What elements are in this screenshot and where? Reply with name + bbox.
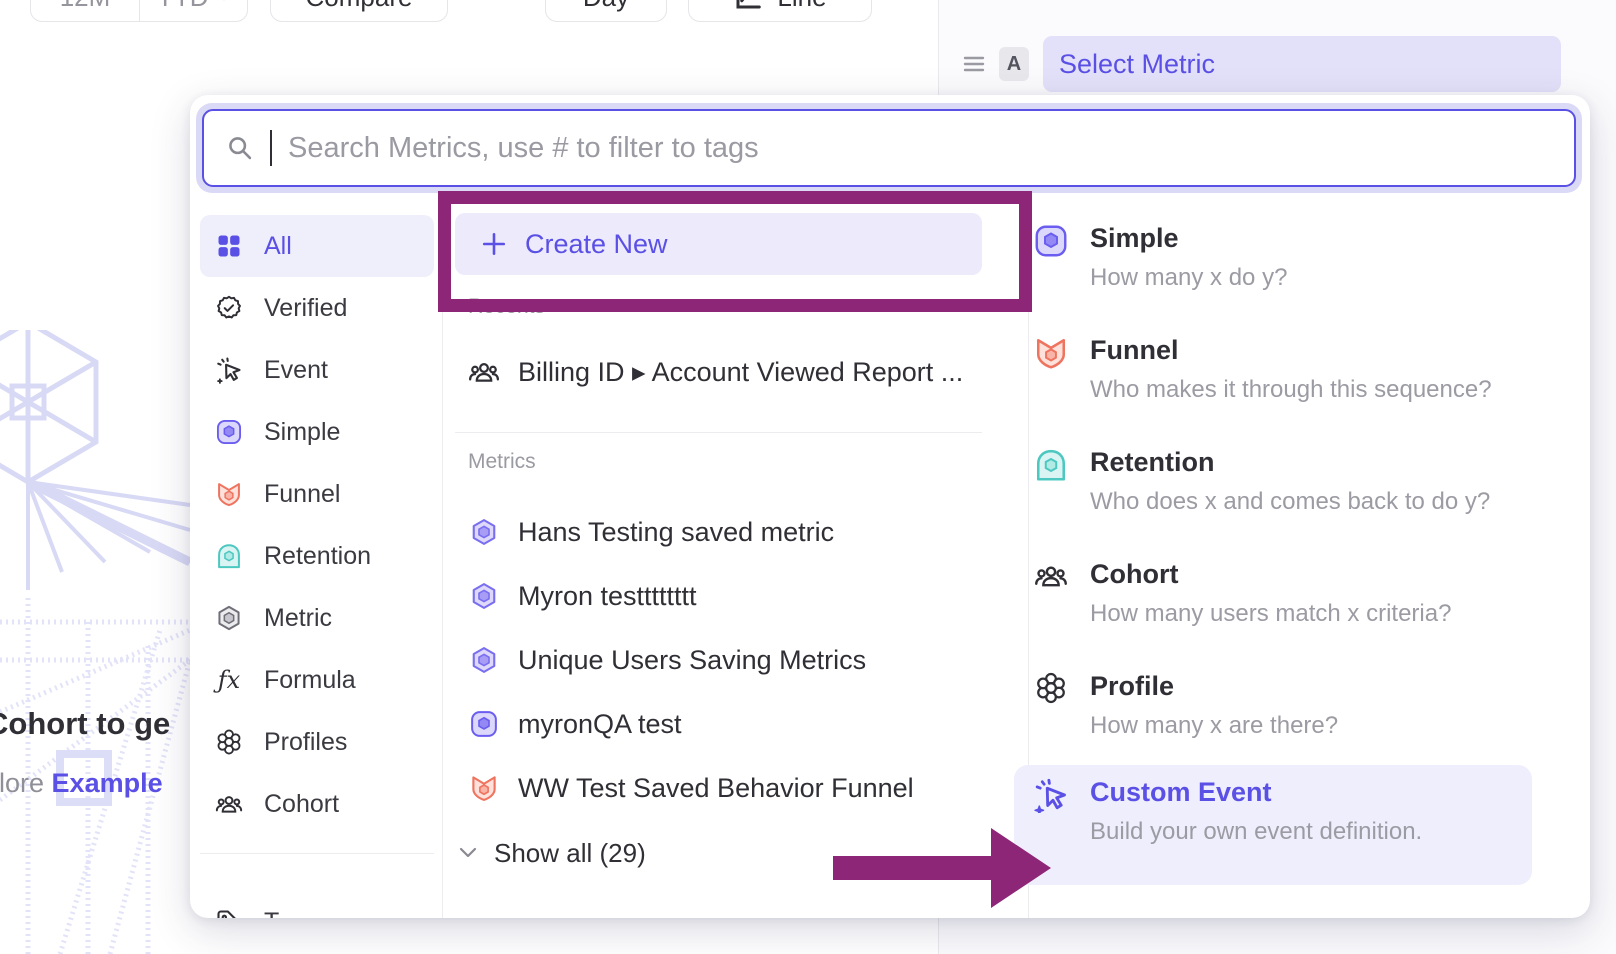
metric-list-item[interactable]: Unique Users Saving Metrics (468, 630, 866, 690)
chevron-down-icon (217, 0, 231, 2)
retention-icon (1032, 447, 1070, 485)
range-12m-button[interactable]: 12M (31, 0, 139, 21)
type-item-funnel[interactable]: Funnel Who makes it through this sequenc… (1032, 335, 1572, 404)
show-all-toggle[interactable]: Show all (29) (458, 828, 646, 878)
retention-icon (214, 541, 244, 571)
example-link[interactable]: Example (52, 768, 163, 798)
metric-list-item[interactable]: myronQA test (468, 694, 682, 754)
metric-list-item[interactable]: Hans Testing saved metric (468, 502, 834, 562)
chevron-down-icon (458, 846, 478, 860)
funnel-icon (214, 479, 244, 509)
sidebar-item-profiles[interactable]: Profiles (200, 711, 434, 773)
metric-hexagon-icon (468, 644, 500, 676)
sidebar-item-funnel[interactable]: Funnel (200, 463, 434, 525)
sidebar-item-verified[interactable]: Verified (200, 277, 434, 339)
custom-event-icon (1032, 777, 1070, 815)
series-a-badge: A (999, 47, 1029, 81)
chart-type-line-button[interactable]: Line (688, 0, 872, 22)
metric-hexagon-icon (468, 516, 500, 548)
type-item-custom-event[interactable]: Custom Event Build your own event defini… (1032, 777, 1572, 846)
background-explore-text: plore Example (0, 768, 163, 799)
type-item-cohort[interactable]: Cohort How many users match x criteria? (1032, 559, 1572, 628)
metric-hexagon-icon (214, 603, 244, 633)
sidebar-section-divider (200, 853, 434, 854)
grid-icon (214, 231, 244, 261)
recent-item[interactable]: Billing ID ▸ Account Viewed Report ... (468, 342, 963, 402)
select-metric-button[interactable]: Select Metric (1043, 36, 1561, 92)
metric-list-item[interactable]: WW Test Saved Behavior Funnel (468, 758, 914, 818)
sidebar-item-metric[interactable]: Metric (200, 587, 434, 649)
type-item-simple[interactable]: Simple How many x do y? (1032, 223, 1572, 292)
profiles-flower-icon (1032, 671, 1070, 709)
search-input[interactable]: Search Metrics, use # to filter to tags (202, 109, 1576, 187)
metric-row: A Select Metric (963, 36, 1561, 92)
recent-item-label: Billing ID ▸ Account Viewed Report ... (518, 357, 963, 388)
background-wireframe-illustration (0, 330, 200, 954)
background-headline-fragment: Cohort to ge (0, 706, 170, 742)
sidebar-item-formula[interactable]: ƒx Formula (200, 649, 434, 711)
line-chart-icon (733, 0, 763, 12)
sidebar-item-retention[interactable]: Retention (200, 525, 434, 587)
search-placeholder: Search Metrics, use # to filter to tags (288, 132, 759, 165)
metric-list-item[interactable]: Myron testttttttt (468, 566, 697, 626)
verified-badge-icon (214, 293, 244, 323)
metric-hexagon-icon (468, 580, 500, 612)
search-icon (226, 134, 254, 162)
type-item-profile[interactable]: Profile How many x are there? (1032, 671, 1572, 740)
search-focus-ring: Search Metrics, use # to filter to tags (196, 103, 1582, 193)
compare-button[interactable]: Compare (270, 0, 448, 22)
funnel-icon (1032, 335, 1070, 373)
cohort-people-icon (1032, 559, 1070, 597)
formula-icon: ƒx (214, 665, 244, 695)
profiles-flower-icon (214, 727, 244, 757)
cohort-people-icon (468, 356, 500, 388)
sidebar-item-event[interactable]: Event (200, 339, 434, 401)
sidebar-item-all[interactable]: All (200, 215, 434, 277)
granularity-day-button[interactable]: Day (545, 0, 667, 22)
annotation-arrow (833, 826, 1051, 910)
date-range-segmented-control[interactable]: 12M YTD (30, 0, 248, 22)
metrics-heading: Metrics (468, 450, 536, 474)
sidebar-item-cohort[interactable]: Cohort (200, 773, 434, 835)
tag-icon (214, 907, 244, 918)
sidebar-item-simple[interactable]: Simple (200, 401, 434, 463)
type-item-retention[interactable]: Retention Who does x and comes back to d… (1032, 447, 1572, 516)
filter-sidebar: All Verified Event (200, 215, 434, 835)
event-cursor-icon (214, 355, 244, 385)
middle-section-divider (455, 432, 982, 433)
app-page: 12M YTD Compare Day Line Cohort to ge pl… (0, 0, 1616, 954)
cohort-people-icon (214, 789, 244, 819)
simple-icon (1032, 223, 1070, 261)
drag-handle-icon[interactable] (963, 54, 985, 74)
text-caret (270, 130, 272, 166)
range-ytd-button[interactable]: YTD (139, 0, 247, 21)
annotation-highlight-box (438, 191, 1032, 312)
simple-icon (214, 417, 244, 447)
simple-icon (468, 708, 500, 740)
sidebar-item-tags-partial[interactable]: T (200, 891, 434, 918)
funnel-icon (468, 772, 500, 804)
